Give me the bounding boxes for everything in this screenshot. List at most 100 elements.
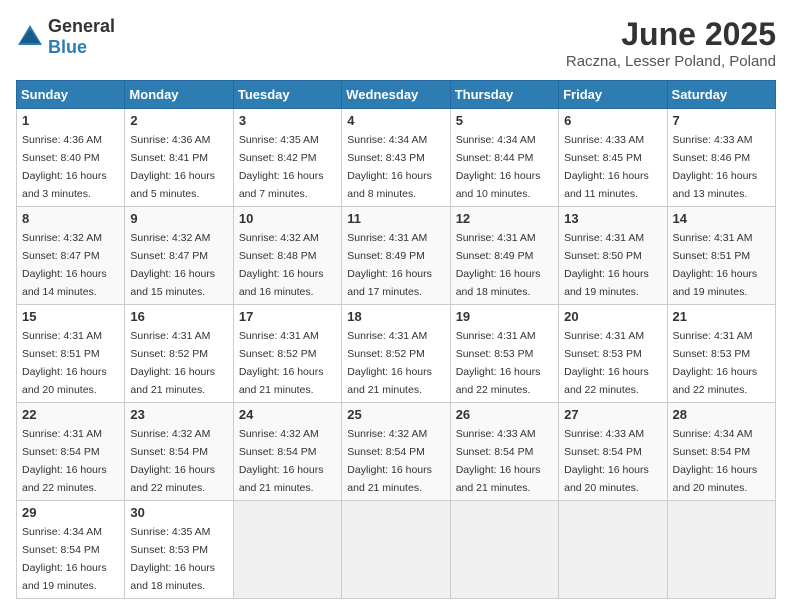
day-number: 5: [456, 113, 553, 128]
day-info: Sunrise: 4:31 AMSunset: 8:49 PMDaylight:…: [347, 232, 432, 298]
calendar-week-row: 22 Sunrise: 4:31 AMSunset: 8:54 PMDaylig…: [17, 403, 776, 501]
calendar: SundayMondayTuesdayWednesdayThursdayFrid…: [16, 80, 776, 599]
calendar-cell: 22 Sunrise: 4:31 AMSunset: 8:54 PMDaylig…: [17, 403, 125, 501]
title-block: June 2025 Raczna, Lesser Poland, Poland: [566, 16, 776, 70]
calendar-cell: 20 Sunrise: 4:31 AMSunset: 8:53 PMDaylig…: [559, 305, 667, 403]
logo-blue: Blue: [48, 37, 87, 57]
day-number: 2: [130, 113, 227, 128]
day-number: 18: [347, 309, 444, 324]
day-number: 6: [564, 113, 661, 128]
calendar-cell: 25 Sunrise: 4:32 AMSunset: 8:54 PMDaylig…: [342, 403, 450, 501]
weekday-header: Sunday: [17, 81, 125, 109]
day-number: 26: [456, 407, 553, 422]
weekday-header: Thursday: [450, 81, 558, 109]
day-number: 16: [130, 309, 227, 324]
calendar-cell: 5 Sunrise: 4:34 AMSunset: 8:44 PMDayligh…: [450, 109, 558, 207]
day-info: Sunrise: 4:34 AMSunset: 8:43 PMDaylight:…: [347, 134, 432, 200]
day-number: 17: [239, 309, 336, 324]
day-number: 8: [22, 211, 119, 226]
calendar-cell: 29 Sunrise: 4:34 AMSunset: 8:54 PMDaylig…: [17, 501, 125, 599]
day-info: Sunrise: 4:34 AMSunset: 8:44 PMDaylight:…: [456, 134, 541, 200]
day-number: 23: [130, 407, 227, 422]
day-info: Sunrise: 4:31 AMSunset: 8:53 PMDaylight:…: [564, 330, 649, 396]
day-info: Sunrise: 4:31 AMSunset: 8:51 PMDaylight:…: [673, 232, 758, 298]
logo-icon: [16, 23, 44, 51]
day-number: 12: [456, 211, 553, 226]
calendar-cell: 2 Sunrise: 4:36 AMSunset: 8:41 PMDayligh…: [125, 109, 233, 207]
calendar-week-row: 1 Sunrise: 4:36 AMSunset: 8:40 PMDayligh…: [17, 109, 776, 207]
day-number: 14: [673, 211, 770, 226]
day-info: Sunrise: 4:31 AMSunset: 8:50 PMDaylight:…: [564, 232, 649, 298]
day-number: 19: [456, 309, 553, 324]
weekday-header: Saturday: [667, 81, 775, 109]
day-number: 4: [347, 113, 444, 128]
day-info: Sunrise: 4:31 AMSunset: 8:52 PMDaylight:…: [130, 330, 215, 396]
day-number: 29: [22, 505, 119, 520]
day-number: 22: [22, 407, 119, 422]
calendar-cell: 14 Sunrise: 4:31 AMSunset: 8:51 PMDaylig…: [667, 207, 775, 305]
calendar-cell: 8 Sunrise: 4:32 AMSunset: 8:47 PMDayligh…: [17, 207, 125, 305]
calendar-cell: 12 Sunrise: 4:31 AMSunset: 8:49 PMDaylig…: [450, 207, 558, 305]
page-header: General Blue June 2025 Raczna, Lesser Po…: [16, 16, 776, 70]
day-info: Sunrise: 4:33 AMSunset: 8:54 PMDaylight:…: [564, 428, 649, 494]
day-number: 25: [347, 407, 444, 422]
day-number: 7: [673, 113, 770, 128]
calendar-cell: 7 Sunrise: 4:33 AMSunset: 8:46 PMDayligh…: [667, 109, 775, 207]
day-number: 15: [22, 309, 119, 324]
day-info: Sunrise: 4:36 AMSunset: 8:41 PMDaylight:…: [130, 134, 215, 200]
day-info: Sunrise: 4:31 AMSunset: 8:54 PMDaylight:…: [22, 428, 107, 494]
day-info: Sunrise: 4:33 AMSunset: 8:46 PMDaylight:…: [673, 134, 758, 200]
calendar-cell: 21 Sunrise: 4:31 AMSunset: 8:53 PMDaylig…: [667, 305, 775, 403]
calendar-cell: 26 Sunrise: 4:33 AMSunset: 8:54 PMDaylig…: [450, 403, 558, 501]
day-info: Sunrise: 4:31 AMSunset: 8:52 PMDaylight:…: [239, 330, 324, 396]
weekday-header: Wednesday: [342, 81, 450, 109]
calendar-cell: 27 Sunrise: 4:33 AMSunset: 8:54 PMDaylig…: [559, 403, 667, 501]
day-info: Sunrise: 4:36 AMSunset: 8:40 PMDaylight:…: [22, 134, 107, 200]
day-info: Sunrise: 4:33 AMSunset: 8:45 PMDaylight:…: [564, 134, 649, 200]
location-title: Raczna, Lesser Poland, Poland: [566, 53, 776, 70]
day-info: Sunrise: 4:34 AMSunset: 8:54 PMDaylight:…: [673, 428, 758, 494]
day-info: Sunrise: 4:31 AMSunset: 8:51 PMDaylight:…: [22, 330, 107, 396]
weekday-header: Tuesday: [233, 81, 341, 109]
calendar-cell: 13 Sunrise: 4:31 AMSunset: 8:50 PMDaylig…: [559, 207, 667, 305]
day-info: Sunrise: 4:34 AMSunset: 8:54 PMDaylight:…: [22, 526, 107, 592]
day-info: Sunrise: 4:32 AMSunset: 8:54 PMDaylight:…: [130, 428, 215, 494]
day-number: 1: [22, 113, 119, 128]
day-info: Sunrise: 4:31 AMSunset: 8:53 PMDaylight:…: [456, 330, 541, 396]
day-info: Sunrise: 4:32 AMSunset: 8:54 PMDaylight:…: [347, 428, 432, 494]
day-info: Sunrise: 4:31 AMSunset: 8:49 PMDaylight:…: [456, 232, 541, 298]
calendar-cell: 1 Sunrise: 4:36 AMSunset: 8:40 PMDayligh…: [17, 109, 125, 207]
calendar-header-row: SundayMondayTuesdayWednesdayThursdayFrid…: [17, 81, 776, 109]
day-number: 11: [347, 211, 444, 226]
calendar-cell: 30 Sunrise: 4:35 AMSunset: 8:53 PMDaylig…: [125, 501, 233, 599]
day-number: 21: [673, 309, 770, 324]
day-info: Sunrise: 4:32 AMSunset: 8:54 PMDaylight:…: [239, 428, 324, 494]
day-info: Sunrise: 4:32 AMSunset: 8:48 PMDaylight:…: [239, 232, 324, 298]
day-number: 3: [239, 113, 336, 128]
calendar-cell: [667, 501, 775, 599]
weekday-header: Friday: [559, 81, 667, 109]
day-info: Sunrise: 4:35 AMSunset: 8:53 PMDaylight:…: [130, 526, 215, 592]
calendar-cell: 4 Sunrise: 4:34 AMSunset: 8:43 PMDayligh…: [342, 109, 450, 207]
calendar-cell: 9 Sunrise: 4:32 AMSunset: 8:47 PMDayligh…: [125, 207, 233, 305]
calendar-cell: 19 Sunrise: 4:31 AMSunset: 8:53 PMDaylig…: [450, 305, 558, 403]
calendar-cell: 6 Sunrise: 4:33 AMSunset: 8:45 PMDayligh…: [559, 109, 667, 207]
day-info: Sunrise: 4:32 AMSunset: 8:47 PMDaylight:…: [130, 232, 215, 298]
day-info: Sunrise: 4:35 AMSunset: 8:42 PMDaylight:…: [239, 134, 324, 200]
day-number: 27: [564, 407, 661, 422]
month-title: June 2025: [566, 16, 776, 53]
calendar-cell: [450, 501, 558, 599]
day-info: Sunrise: 4:33 AMSunset: 8:54 PMDaylight:…: [456, 428, 541, 494]
day-number: 9: [130, 211, 227, 226]
logo-general: General: [48, 16, 115, 36]
weekday-header: Monday: [125, 81, 233, 109]
calendar-cell: [342, 501, 450, 599]
calendar-cell: [559, 501, 667, 599]
calendar-cell: 16 Sunrise: 4:31 AMSunset: 8:52 PMDaylig…: [125, 305, 233, 403]
calendar-cell: 17 Sunrise: 4:31 AMSunset: 8:52 PMDaylig…: [233, 305, 341, 403]
day-info: Sunrise: 4:32 AMSunset: 8:47 PMDaylight:…: [22, 232, 107, 298]
calendar-cell: 10 Sunrise: 4:32 AMSunset: 8:48 PMDaylig…: [233, 207, 341, 305]
calendar-cell: 18 Sunrise: 4:31 AMSunset: 8:52 PMDaylig…: [342, 305, 450, 403]
calendar-cell: 28 Sunrise: 4:34 AMSunset: 8:54 PMDaylig…: [667, 403, 775, 501]
calendar-cell: [233, 501, 341, 599]
